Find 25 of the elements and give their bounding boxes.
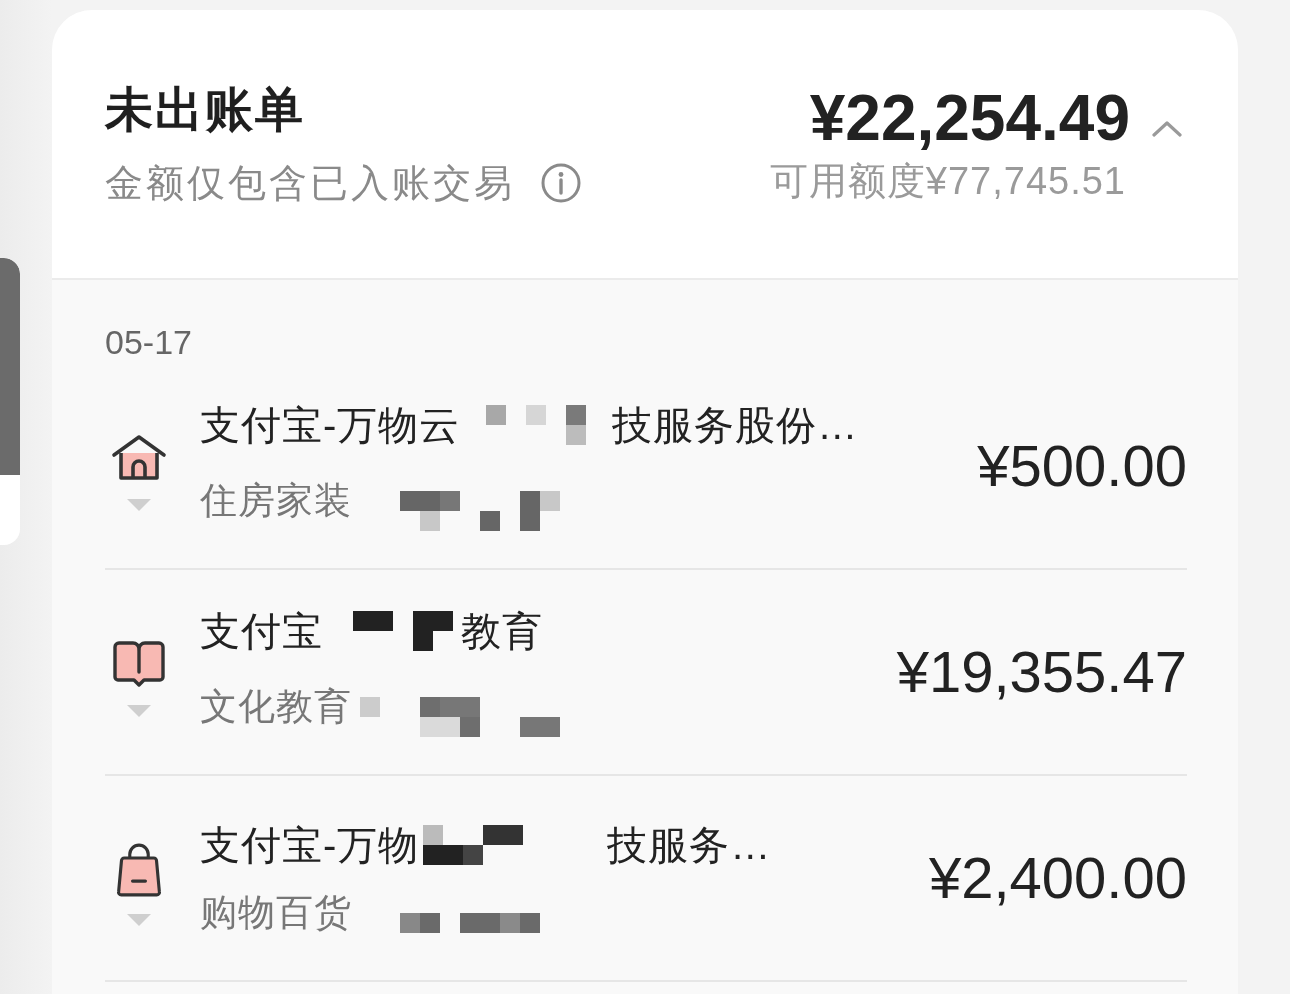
transaction-amount: ¥500.00 <box>977 434 1187 498</box>
caret-down-icon[interactable] <box>126 499 151 511</box>
date-label: 05-17 <box>105 322 192 363</box>
bill-note: 金额仅包含已入账交易 <box>105 161 515 206</box>
info-icon[interactable] <box>541 163 581 203</box>
transaction-title[interactable]: 技服务… <box>607 821 772 869</box>
transaction-category: 住房家装 <box>200 479 352 523</box>
book-icon <box>110 639 167 689</box>
house-icon <box>110 433 167 483</box>
transaction-category: 购物百货 <box>200 891 352 935</box>
caret-down-icon[interactable] <box>126 914 151 926</box>
caret-down-icon[interactable] <box>126 705 151 717</box>
available-credit: 可用额度¥77,745.51 <box>769 159 1126 204</box>
transaction-title[interactable]: 教育 <box>461 607 543 655</box>
transaction-title[interactable]: 技服务股份… <box>612 401 859 449</box>
bill-amount: ¥22,254.49 <box>809 82 1130 154</box>
transaction-amount: ¥2,400.00 <box>928 846 1187 910</box>
transaction-title[interactable]: 支付宝-万物 <box>200 821 420 869</box>
transaction-amount: ¥19,355.47 <box>896 640 1187 704</box>
transaction-title[interactable]: 支付宝-万物云 <box>200 401 461 449</box>
bill-title: 未出账单 <box>105 82 305 138</box>
chevron-up-icon[interactable] <box>1152 121 1182 137</box>
shopping-bag-icon <box>114 842 163 898</box>
transaction-category: 文化教育 <box>200 685 352 729</box>
transaction-title[interactable]: 支付宝 <box>200 607 323 655</box>
